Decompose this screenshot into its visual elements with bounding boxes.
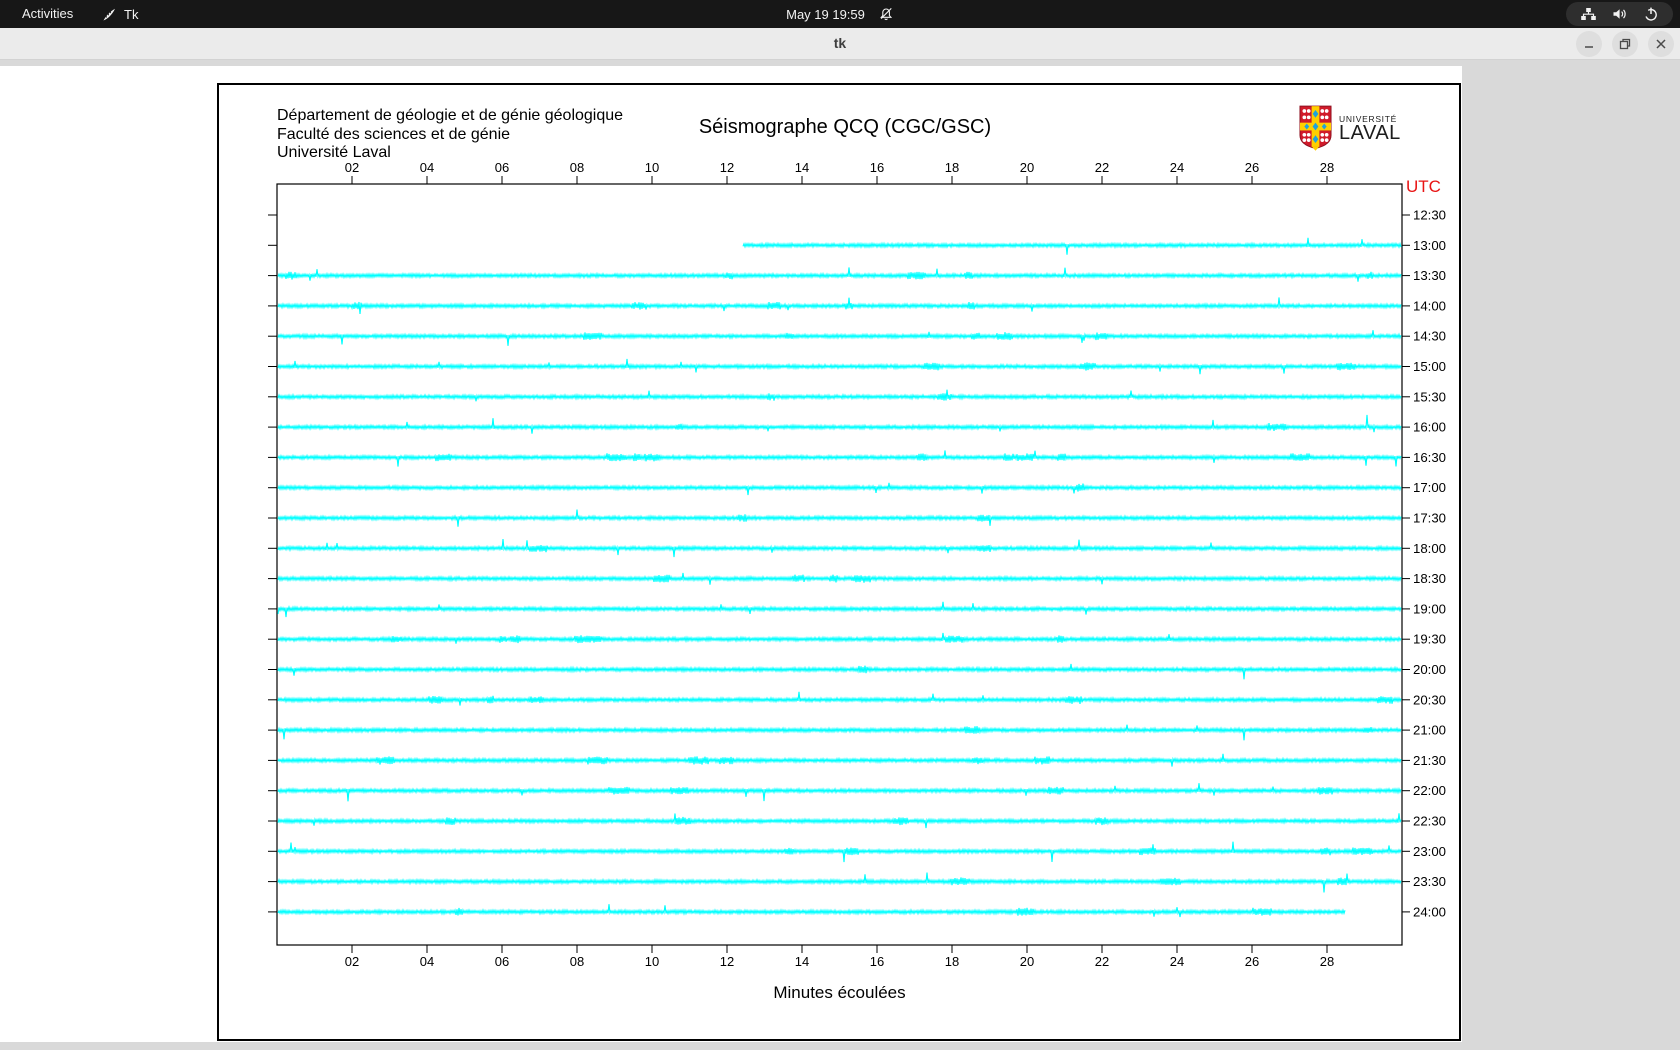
svg-text:26: 26	[1245, 954, 1259, 969]
svg-text:19:30: 19:30	[1413, 632, 1446, 647]
svg-text:20:00: 20:00	[1413, 662, 1446, 677]
notifications-muted-icon	[878, 6, 894, 22]
svg-text:22: 22	[1095, 160, 1109, 175]
svg-text:22: 22	[1095, 954, 1109, 969]
svg-text:08: 08	[570, 954, 584, 969]
top-bar: Activities Tk May 19 19:59	[0, 0, 1680, 28]
svg-text:12: 12	[720, 954, 734, 969]
minimize-button[interactable]	[1576, 31, 1602, 57]
svg-text:16:00: 16:00	[1413, 420, 1446, 435]
svg-text:26: 26	[1245, 160, 1259, 175]
svg-text:04: 04	[420, 954, 434, 969]
desktop: Département de géologie et de génie géol…	[0, 60, 1680, 1050]
svg-text:02: 02	[345, 160, 359, 175]
svg-text:23:30: 23:30	[1413, 874, 1446, 889]
activities-button[interactable]: Activities	[16, 0, 79, 28]
network-wired-icon	[1580, 6, 1597, 22]
svg-text:16: 16	[870, 160, 884, 175]
clock-menu[interactable]: May 19 19:59	[786, 0, 894, 28]
power-icon	[1643, 6, 1659, 22]
tk-feather-icon	[102, 7, 117, 22]
svg-text:21:00: 21:00	[1413, 723, 1446, 738]
svg-text:17:30: 17:30	[1413, 511, 1446, 526]
svg-text:24: 24	[1170, 160, 1184, 175]
svg-text:16:30: 16:30	[1413, 450, 1446, 465]
window-controls	[1576, 31, 1674, 57]
screen: Activities Tk May 19 19:59 tk Départemen…	[0, 0, 1680, 1050]
svg-text:18: 18	[945, 954, 959, 969]
svg-text:02: 02	[345, 954, 359, 969]
svg-text:24: 24	[1170, 954, 1184, 969]
svg-text:UTC: UTC	[1406, 177, 1441, 196]
svg-text:15:00: 15:00	[1413, 359, 1446, 374]
svg-text:19:00: 19:00	[1413, 601, 1446, 616]
restore-button[interactable]	[1612, 31, 1638, 57]
svg-text:22:30: 22:30	[1413, 814, 1446, 829]
svg-text:06: 06	[495, 954, 509, 969]
window-titlebar[interactable]: tk	[0, 28, 1680, 60]
svg-text:13:00: 13:00	[1413, 238, 1446, 253]
svg-text:16: 16	[870, 954, 884, 969]
seismograph-plot: 02 02 04 04 06 06 08 08 10 10 12 12 14 14 16 16 18 18 20 20…	[217, 83, 1461, 1041]
svg-text:08: 08	[570, 160, 584, 175]
svg-text:06: 06	[495, 160, 509, 175]
svg-text:20:30: 20:30	[1413, 692, 1446, 707]
svg-text:20: 20	[1020, 954, 1034, 969]
svg-text:18:30: 18:30	[1413, 571, 1446, 586]
svg-text:10: 10	[645, 160, 659, 175]
app-menu[interactable]: Tk	[102, 0, 138, 28]
svg-text:20: 20	[1020, 160, 1034, 175]
svg-text:04: 04	[420, 160, 434, 175]
svg-text:24:00: 24:00	[1413, 904, 1446, 919]
app-menu-label: Tk	[124, 6, 139, 22]
svg-text:Minutes écoulées: Minutes écoulées	[773, 983, 905, 1002]
svg-text:17:00: 17:00	[1413, 480, 1446, 495]
svg-text:22:00: 22:00	[1413, 783, 1446, 798]
svg-text:14:30: 14:30	[1413, 329, 1446, 344]
svg-text:21:30: 21:30	[1413, 753, 1446, 768]
svg-text:14: 14	[795, 160, 809, 175]
svg-text:28: 28	[1320, 954, 1334, 969]
svg-text:10: 10	[645, 954, 659, 969]
volume-icon	[1612, 6, 1628, 22]
svg-text:14: 14	[795, 954, 809, 969]
svg-text:12: 12	[720, 160, 734, 175]
clock-label: May 19 19:59	[786, 6, 865, 22]
svg-text:14:00: 14:00	[1413, 298, 1446, 313]
window-title: tk	[833, 35, 847, 51]
svg-text:23:00: 23:00	[1413, 844, 1446, 859]
system-status-area[interactable]	[1566, 2, 1673, 26]
svg-text:18:00: 18:00	[1413, 541, 1446, 556]
svg-text:18: 18	[945, 160, 959, 175]
svg-text:15:30: 15:30	[1413, 389, 1446, 404]
tk-canvas: Département de géologie et de génie géol…	[0, 66, 1462, 1042]
svg-text:28: 28	[1320, 160, 1334, 175]
close-button[interactable]	[1648, 31, 1674, 57]
svg-text:13:30: 13:30	[1413, 268, 1446, 283]
svg-text:12:30: 12:30	[1413, 208, 1446, 223]
